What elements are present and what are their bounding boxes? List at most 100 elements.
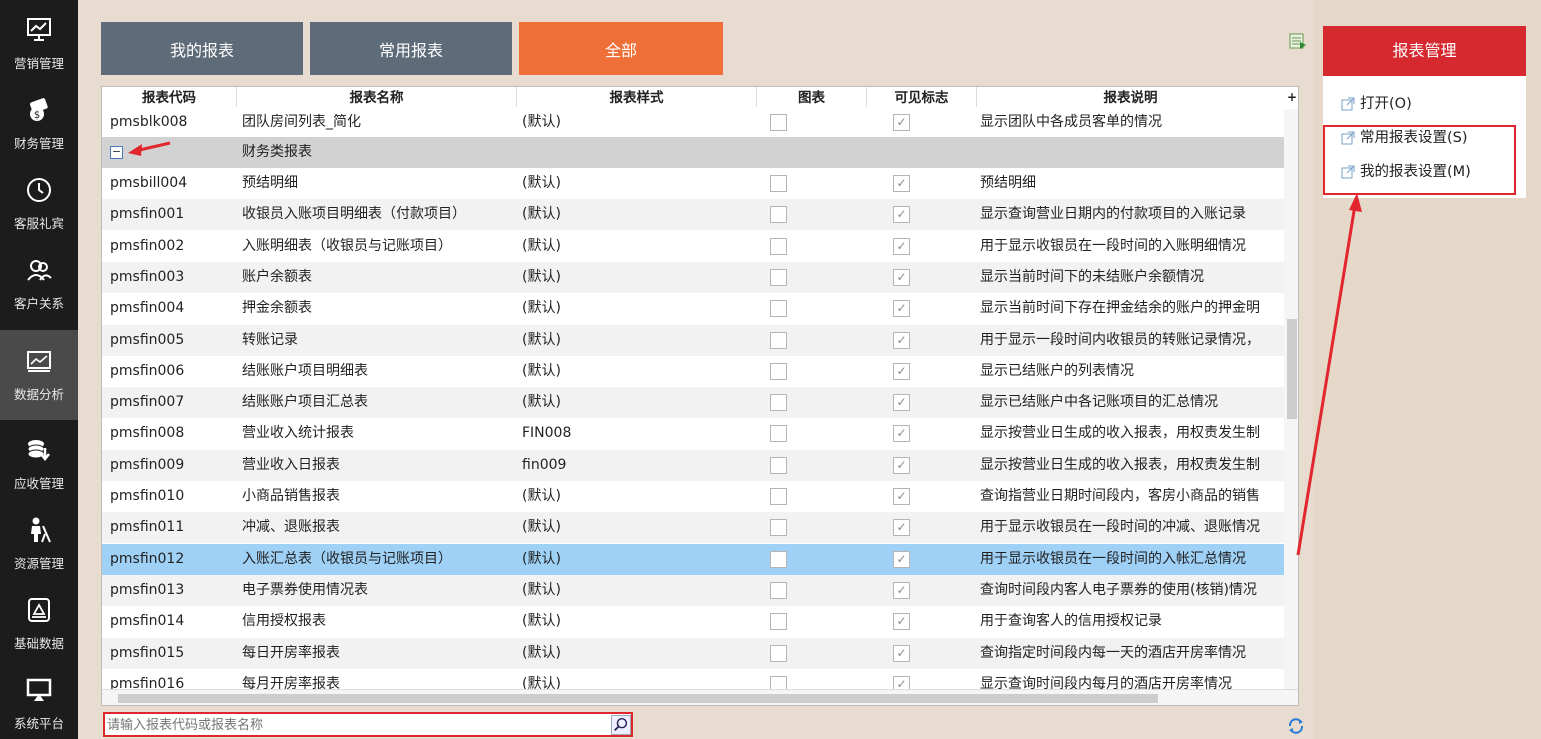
visible-checkbox[interactable]: ✓ (893, 488, 910, 505)
search-input[interactable] (107, 716, 607, 735)
chart-checkbox[interactable] (770, 581, 787, 599)
report-name: 入账明细表（收银员与记账项目） (242, 237, 452, 254)
report-code: pmsfin013 (110, 581, 185, 598)
visible-checkbox[interactable]: ✓ (893, 175, 910, 192)
table-row[interactable]: pmsbill004 预结明细 (默认) ✓ 预结明细 (102, 168, 1284, 199)
visible-checkbox[interactable]: ✓ (893, 394, 910, 412)
report-name: 账户余额表 (242, 268, 312, 285)
chart-checkbox[interactable] (770, 237, 787, 255)
table-row[interactable]: pmsfin011 冲减、退账报表 (默认) ✓ 用于显示收银员在一段时间的冲减、退账情… (102, 512, 1284, 544)
visible-checkbox[interactable]: ✓ (893, 644, 910, 662)
chart-checkbox[interactable] (770, 206, 787, 224)
nav-item-8[interactable]: 系统平台 (0, 664, 78, 739)
table-row[interactable]: pmsfin003 账户余额表 (默认) ✓ 显示当前时间下的未结账户余额情况 (102, 261, 1284, 293)
chart-checkbox[interactable] (770, 488, 787, 505)
report-desc: 显示按营业日生成的收入报表，用权责发生制 (980, 425, 1260, 442)
col-header-chart[interactable]: 图表 (757, 87, 867, 109)
main-area: 我的报表 常用报表 全部 报表代码 报表名称 报表样式 图表 可见标志 报表说明… (78, 0, 1313, 739)
report-code: pmsfin006 (110, 362, 185, 379)
column-chooser-button[interactable]: + (1284, 87, 1298, 109)
report-name: 信用授权报表 (242, 613, 326, 630)
report-style: (默认) (522, 550, 561, 567)
table-row[interactable]: pmsfin005 转账记录 (默认) ✓ 用于显示一段时间内收银员的转账记录情况， (102, 324, 1284, 356)
visible-checkbox[interactable]: ✓ (893, 268, 910, 286)
chart-checkbox[interactable] (770, 114, 787, 131)
visible-checkbox[interactable]: ✓ (893, 519, 910, 537)
collapse-toggle[interactable]: − (110, 146, 123, 159)
visible-checkbox[interactable]: ✓ (893, 456, 910, 474)
group-row-finance[interactable]: − 财务类报表 (102, 137, 1284, 168)
chart-checkbox[interactable] (770, 519, 787, 537)
table-row[interactable]: pmsblk008 团队房间列表_简化 (默认) ✓ 显示团队中各成员客单的情况 (102, 107, 1284, 138)
table-row[interactable]: pmsfin001 收银员入账项目明细表（付款项目） (默认) ✓ 显示查询营业日期内的… (102, 199, 1284, 231)
nav-item-4[interactable]: 数据分析 (0, 330, 78, 420)
visible-checkbox[interactable]: ✓ (893, 425, 910, 443)
menu-open[interactable]: 打开(O) (1341, 92, 1412, 116)
nav-item-6[interactable]: 资源管理 (0, 504, 78, 584)
chart-checkbox[interactable] (770, 362, 787, 380)
report-grid: 报表代码 报表名称 报表样式 图表 可见标志 报表说明 + pmsblk008 团… (101, 86, 1299, 706)
nav-item-2[interactable]: 客服礼宾 (0, 164, 78, 244)
table-row[interactable]: pmsfin012 入账汇总表（收银员与记账项目） (默认) ✓ 用于显示收银员在一段时… (102, 543, 1284, 575)
visible-checkbox[interactable]: ✓ (893, 206, 910, 224)
chart-checkbox[interactable] (770, 644, 787, 662)
table-row[interactable]: pmsfin007 结账账户项目汇总表 (默认) ✓ 显示已结账户中各记账项目的汇总情况 (102, 387, 1284, 419)
tab-common-reports[interactable]: 常用报表 (310, 22, 512, 75)
chart-checkbox[interactable] (770, 550, 787, 568)
visible-checkbox[interactable]: ✓ (893, 550, 910, 568)
nav-item-7[interactable]: 基础数据 (0, 584, 78, 664)
table-row[interactable]: pmsfin008 营业收入统计报表 FIN008 ✓ 显示按营业日生成的收入报表，用权… (102, 418, 1284, 450)
visible-checkbox[interactable]: ✓ (893, 114, 910, 131)
col-header-name[interactable]: 报表名称 (237, 87, 517, 109)
report-desc: 显示当前时间下的未结账户余额情况 (980, 268, 1204, 285)
chart-checkbox[interactable] (770, 425, 787, 443)
magnifier-icon (614, 717, 628, 732)
nav-item-label: 资源管理 (13, 556, 64, 571)
table-row[interactable]: pmsfin009 营业收入日报表 fin009 ✓ 显示按营业日生成的收入报表，用权责… (102, 449, 1284, 481)
chart-checkbox[interactable] (770, 268, 787, 286)
export-excel-icon[interactable] (1289, 32, 1307, 50)
table-row[interactable]: pmsfin002 入账明细表（收银员与记账项目） (默认) ✓ 用于显示收银员在一段时… (102, 230, 1284, 262)
table-row[interactable]: pmsfin013 电子票券使用情况表 (默认) ✓ 查询时间段内客人电子票券的使用(核… (102, 574, 1284, 606)
nav-item-label: 客户关系 (13, 296, 64, 311)
report-desc: 用于显示收银员在一段时间的入帐汇总情况 (980, 550, 1246, 567)
col-header-desc[interactable]: 报表说明 (977, 87, 1284, 109)
nav-item-0[interactable]: 营销管理 (0, 4, 78, 84)
chart-checkbox[interactable] (770, 175, 787, 192)
horizontal-scrollbar[interactable] (102, 689, 1298, 705)
tab-all-reports[interactable]: 全部 (519, 22, 723, 75)
col-header-style[interactable]: 报表样式 (517, 87, 757, 109)
table-row[interactable]: pmsfin006 结账账户项目明细表 (默认) ✓ 显示已结账户的列表情况 (102, 355, 1284, 387)
visible-checkbox[interactable]: ✓ (893, 237, 910, 255)
vertical-scroll-thumb[interactable] (1287, 319, 1297, 419)
chart-checkbox[interactable] (770, 613, 787, 631)
visible-checkbox[interactable]: ✓ (893, 331, 910, 349)
chart-checkbox[interactable] (770, 300, 787, 318)
visible-checkbox[interactable]: ✓ (893, 613, 910, 631)
col-header-code[interactable]: 报表代码 (102, 87, 237, 109)
col-header-visible[interactable]: 可见标志 (867, 87, 977, 109)
nav-item-3[interactable]: 客户关系 (0, 244, 78, 324)
table-row[interactable]: pmsfin010 小商品销售报表 (默认) ✓ 查询指营业日期时间段内，客房小商品的销… (102, 481, 1284, 512)
nav-item-5[interactable]: 应收管理 (0, 424, 78, 504)
report-name: 团队房间列表_简化 (242, 114, 361, 130)
table-row[interactable]: pmsfin014 信用授权报表 (默认) ✓ 用于查询客人的信用授权记录 (102, 606, 1284, 638)
chart-checkbox[interactable] (770, 456, 787, 474)
visible-checkbox[interactable]: ✓ (893, 300, 910, 318)
vertical-scrollbar[interactable] (1284, 109, 1298, 689)
table-row[interactable]: pmsfin004 押金余额表 (默认) ✓ 显示当前时间下存在押金结余的账户的押金明 (102, 293, 1284, 325)
tab-my-reports[interactable]: 我的报表 (101, 22, 303, 75)
chart-checkbox[interactable] (770, 331, 787, 349)
nav-item-1[interactable]: $ 财务管理 (0, 84, 78, 164)
visible-checkbox[interactable]: ✓ (893, 362, 910, 380)
chart-checkbox[interactable] (770, 394, 787, 412)
refresh-icon[interactable] (1287, 717, 1305, 735)
table-row[interactable]: pmsfin015 每日开房率报表 (默认) ✓ 查询指定时间段内每一天的酒店开房率情况 (102, 637, 1284, 669)
report-style: (默认) (522, 394, 561, 411)
report-code: pmsfin005 (110, 331, 185, 348)
horizontal-scroll-thumb[interactable] (118, 694, 1158, 703)
search-button[interactable] (611, 715, 631, 735)
report-code: pmsfin010 (110, 488, 185, 504)
basic-data-icon (25, 596, 53, 633)
visible-checkbox[interactable]: ✓ (893, 581, 910, 599)
